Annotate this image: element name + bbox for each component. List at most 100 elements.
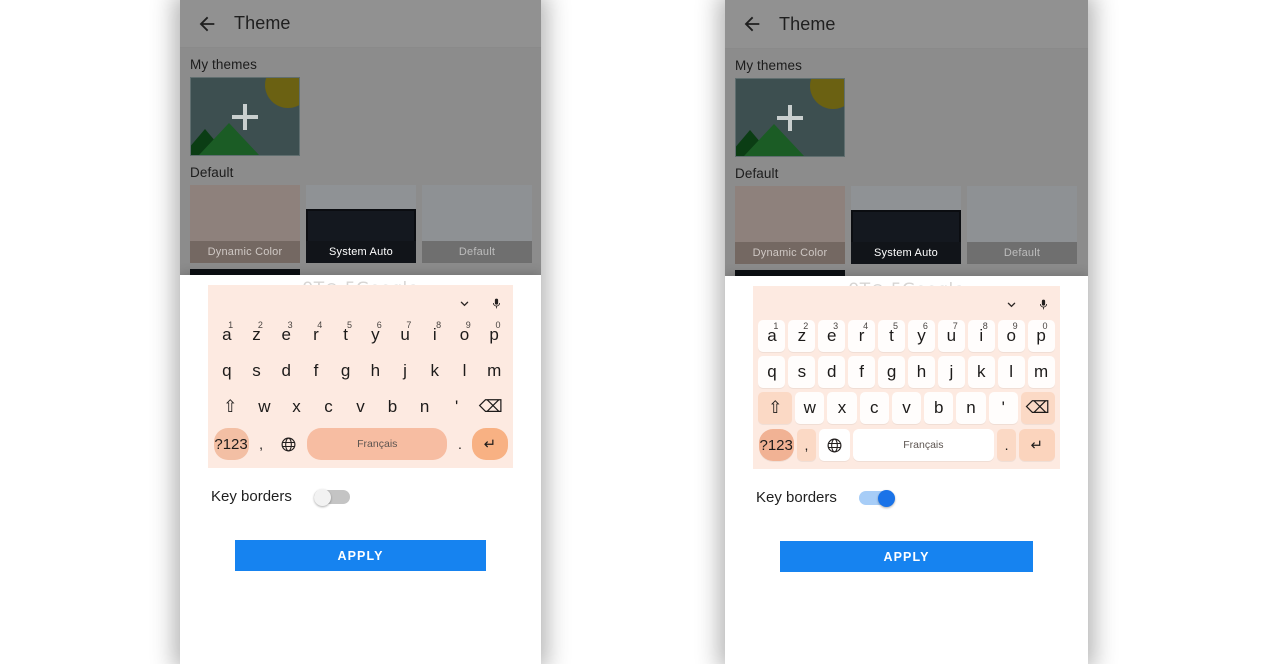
key-f[interactable]: f bbox=[303, 355, 330, 387]
key-n[interactable]: n bbox=[410, 391, 439, 423]
key-period[interactable]: . bbox=[450, 428, 469, 460]
key-x[interactable]: x bbox=[827, 392, 857, 424]
keyboard-row-4: ?123 , Français . ↵ bbox=[212, 428, 509, 460]
key-comma[interactable]: , bbox=[796, 429, 816, 461]
key-i[interactable]: i8 bbox=[967, 320, 995, 352]
key-e[interactable]: e3 bbox=[273, 319, 300, 351]
key-y[interactable]: y6 bbox=[362, 319, 389, 351]
key-q[interactable]: q bbox=[213, 355, 240, 387]
key-n[interactable]: n bbox=[956, 392, 986, 424]
key-apostrophe[interactable]: ' bbox=[988, 392, 1018, 424]
theme-card-dynamic-color[interactable]: Dynamic Color bbox=[190, 185, 300, 263]
arrow-left-icon[interactable] bbox=[196, 13, 218, 35]
key-space[interactable]: Français bbox=[852, 429, 995, 461]
add-custom-theme-tile[interactable] bbox=[190, 77, 300, 156]
key-symbols[interactable]: ?123 bbox=[213, 428, 249, 460]
key-w[interactable]: w bbox=[250, 391, 279, 423]
key-apostrophe[interactable]: ' bbox=[442, 391, 471, 423]
key-y[interactable]: y6 bbox=[908, 320, 935, 352]
key-s[interactable]: s bbox=[788, 356, 816, 388]
key-d[interactable]: d bbox=[273, 355, 300, 387]
key-z[interactable]: z2 bbox=[243, 319, 270, 351]
key-t[interactable]: t5 bbox=[878, 320, 905, 352]
key-i[interactable]: i8 bbox=[421, 319, 448, 351]
key-j[interactable]: j bbox=[937, 356, 965, 388]
key-a[interactable]: a1 bbox=[213, 319, 240, 351]
key-p[interactable]: p0 bbox=[1027, 320, 1055, 352]
key-t[interactable]: t5 bbox=[332, 319, 359, 351]
apply-button[interactable]: APPLY bbox=[780, 541, 1033, 572]
theme-card-label: Default bbox=[967, 242, 1077, 264]
apply-button[interactable]: APPLY bbox=[235, 540, 486, 571]
toggle-knob bbox=[877, 489, 895, 507]
key-borders-toggle[interactable] bbox=[858, 489, 895, 507]
globe-icon[interactable] bbox=[274, 428, 305, 460]
key-c[interactable]: c bbox=[314, 391, 343, 423]
key-m[interactable]: m bbox=[481, 355, 508, 387]
key-b[interactable]: b bbox=[378, 391, 407, 423]
key-o[interactable]: o9 bbox=[451, 319, 478, 351]
microphone-icon[interactable] bbox=[490, 295, 503, 312]
key-symbols[interactable]: ?123 bbox=[758, 429, 794, 461]
key-x[interactable]: x bbox=[282, 391, 311, 423]
key-q[interactable]: q bbox=[758, 356, 786, 388]
key-e[interactable]: e3 bbox=[818, 320, 846, 352]
key-o[interactable]: o9 bbox=[997, 320, 1025, 352]
key-l[interactable]: l bbox=[451, 355, 478, 387]
key-g[interactable]: g bbox=[878, 356, 905, 388]
keyboard-preview-wrapper: 9T⊙ 5Google a1 z2 e3 r4 bbox=[180, 275, 541, 468]
key-u[interactable]: u7 bbox=[937, 320, 965, 352]
key-f[interactable]: f bbox=[848, 356, 876, 388]
theme-card-label: Dynamic Color bbox=[190, 241, 300, 263]
keyboard-toolbar bbox=[212, 291, 509, 315]
microphone-icon[interactable] bbox=[1037, 296, 1050, 313]
key-c[interactable]: c bbox=[859, 392, 889, 424]
key-r[interactable]: r4 bbox=[303, 319, 330, 351]
key-k[interactable]: k bbox=[421, 355, 448, 387]
globe-icon[interactable] bbox=[818, 429, 850, 461]
key-a[interactable]: a1 bbox=[758, 320, 786, 352]
key-p[interactable]: p0 bbox=[481, 319, 508, 351]
chevron-down-icon[interactable] bbox=[457, 296, 472, 311]
theme-card-dynamic-color[interactable]: Dynamic Color bbox=[735, 186, 845, 264]
key-space[interactable]: Français bbox=[307, 428, 448, 460]
theme-card-system-auto[interactable]: System Auto bbox=[306, 185, 416, 263]
key-m[interactable]: m bbox=[1027, 356, 1055, 388]
key-superscript: 1 bbox=[773, 321, 779, 331]
key-w[interactable]: w bbox=[795, 392, 825, 424]
theme-card-default[interactable]: Default bbox=[422, 185, 532, 263]
keyboard-row-3: ⇧ w x c v b n ' ⌫ bbox=[212, 391, 509, 423]
key-d[interactable]: d bbox=[818, 356, 846, 388]
key-b[interactable]: b bbox=[924, 392, 954, 424]
add-custom-theme-tile[interactable] bbox=[735, 78, 845, 157]
key-r[interactable]: r4 bbox=[848, 320, 876, 352]
key-backspace[interactable]: ⌫ bbox=[474, 391, 507, 423]
toggle-knob bbox=[313, 488, 331, 506]
key-v[interactable]: v bbox=[891, 392, 922, 424]
key-z[interactable]: z2 bbox=[788, 320, 816, 352]
key-k[interactable]: k bbox=[967, 356, 995, 388]
theme-card-label: System Auto bbox=[851, 242, 961, 264]
key-shift[interactable]: ⇧ bbox=[214, 391, 247, 423]
key-j[interactable]: j bbox=[392, 355, 419, 387]
key-g[interactable]: g bbox=[332, 355, 359, 387]
key-enter[interactable]: ↵ bbox=[1019, 429, 1055, 461]
theme-card-system-auto[interactable]: System Auto bbox=[851, 186, 961, 264]
key-backspace[interactable]: ⌫ bbox=[1020, 392, 1055, 424]
chevron-down-icon[interactable] bbox=[1004, 297, 1019, 312]
key-enter[interactable]: ↵ bbox=[472, 428, 508, 460]
key-comma[interactable]: , bbox=[252, 428, 271, 460]
key-period[interactable]: . bbox=[997, 429, 1017, 461]
key-h[interactable]: h bbox=[908, 356, 935, 388]
key-shift[interactable]: ⇧ bbox=[758, 392, 793, 424]
key-v[interactable]: v bbox=[346, 391, 375, 423]
arrow-left-icon[interactable] bbox=[741, 13, 763, 35]
keyboard-row-4: ?123 , Français . ↵ bbox=[757, 429, 1056, 461]
key-u[interactable]: u7 bbox=[392, 319, 419, 351]
key-h[interactable]: h bbox=[362, 355, 389, 387]
key-l[interactable]: l bbox=[997, 356, 1025, 388]
app-bar: Theme bbox=[180, 0, 541, 48]
key-borders-toggle[interactable] bbox=[313, 488, 350, 506]
key-s[interactable]: s bbox=[243, 355, 270, 387]
theme-card-default[interactable]: Default bbox=[967, 186, 1077, 264]
